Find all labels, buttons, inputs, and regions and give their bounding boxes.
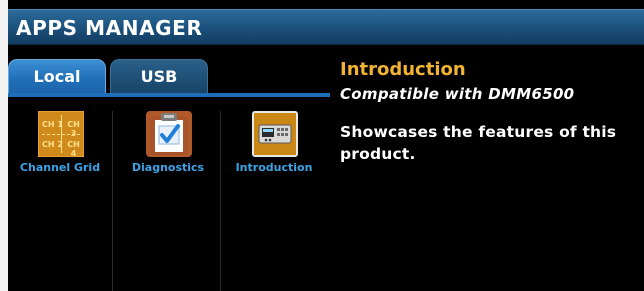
clipboard-check-icon [146,111,192,157]
detail-subtitle: Compatible with DMM6500 [340,85,575,103]
app-label: Introduction [235,161,313,174]
tab-usb[interactable]: USB [110,59,208,93]
app-channel-grid[interactable]: CH 1 CH 3 CH 2 CH 4 Channel Grid [8,111,112,181]
ch3-text: CH 3 [67,120,80,138]
column-divider [112,111,113,291]
title-bar: APPS MANAGER [8,9,644,45]
tab-local-label: Local [33,67,81,86]
app-introduction[interactable]: Introduction [222,111,326,181]
app-label: Diagnostics [131,161,205,174]
ch1-text: CH 1 [42,120,63,129]
detail-description: Showcases the features of this product. [340,123,617,163]
app-label: Channel Grid [19,161,101,174]
page-title: APPS MANAGER [16,16,203,40]
ch2-text: CH 2 [42,140,63,149]
instrument-icon [252,111,298,157]
tab-local[interactable]: Local [8,59,106,93]
column-divider [220,111,221,291]
grid-divider-h [42,134,80,135]
ch4-text: CH 4 [67,140,80,158]
detail-title: Introduction [340,59,466,80]
app-detail-panel: Introduction Compatible with DMM6500 Sho… [340,59,644,165]
tab-usb-label: USB [140,67,178,86]
app-diagnostics[interactable]: Diagnostics [116,111,220,181]
channel-grid-icon: CH 1 CH 3 CH 2 CH 4 [38,111,84,158]
apps-manager-screen: APPS MANAGER Local USB CH 1 CH 3 CH 2 CH… [0,0,644,291]
app-grid: CH 1 CH 3 CH 2 CH 4 Channel Grid Diagnos… [8,97,330,291]
